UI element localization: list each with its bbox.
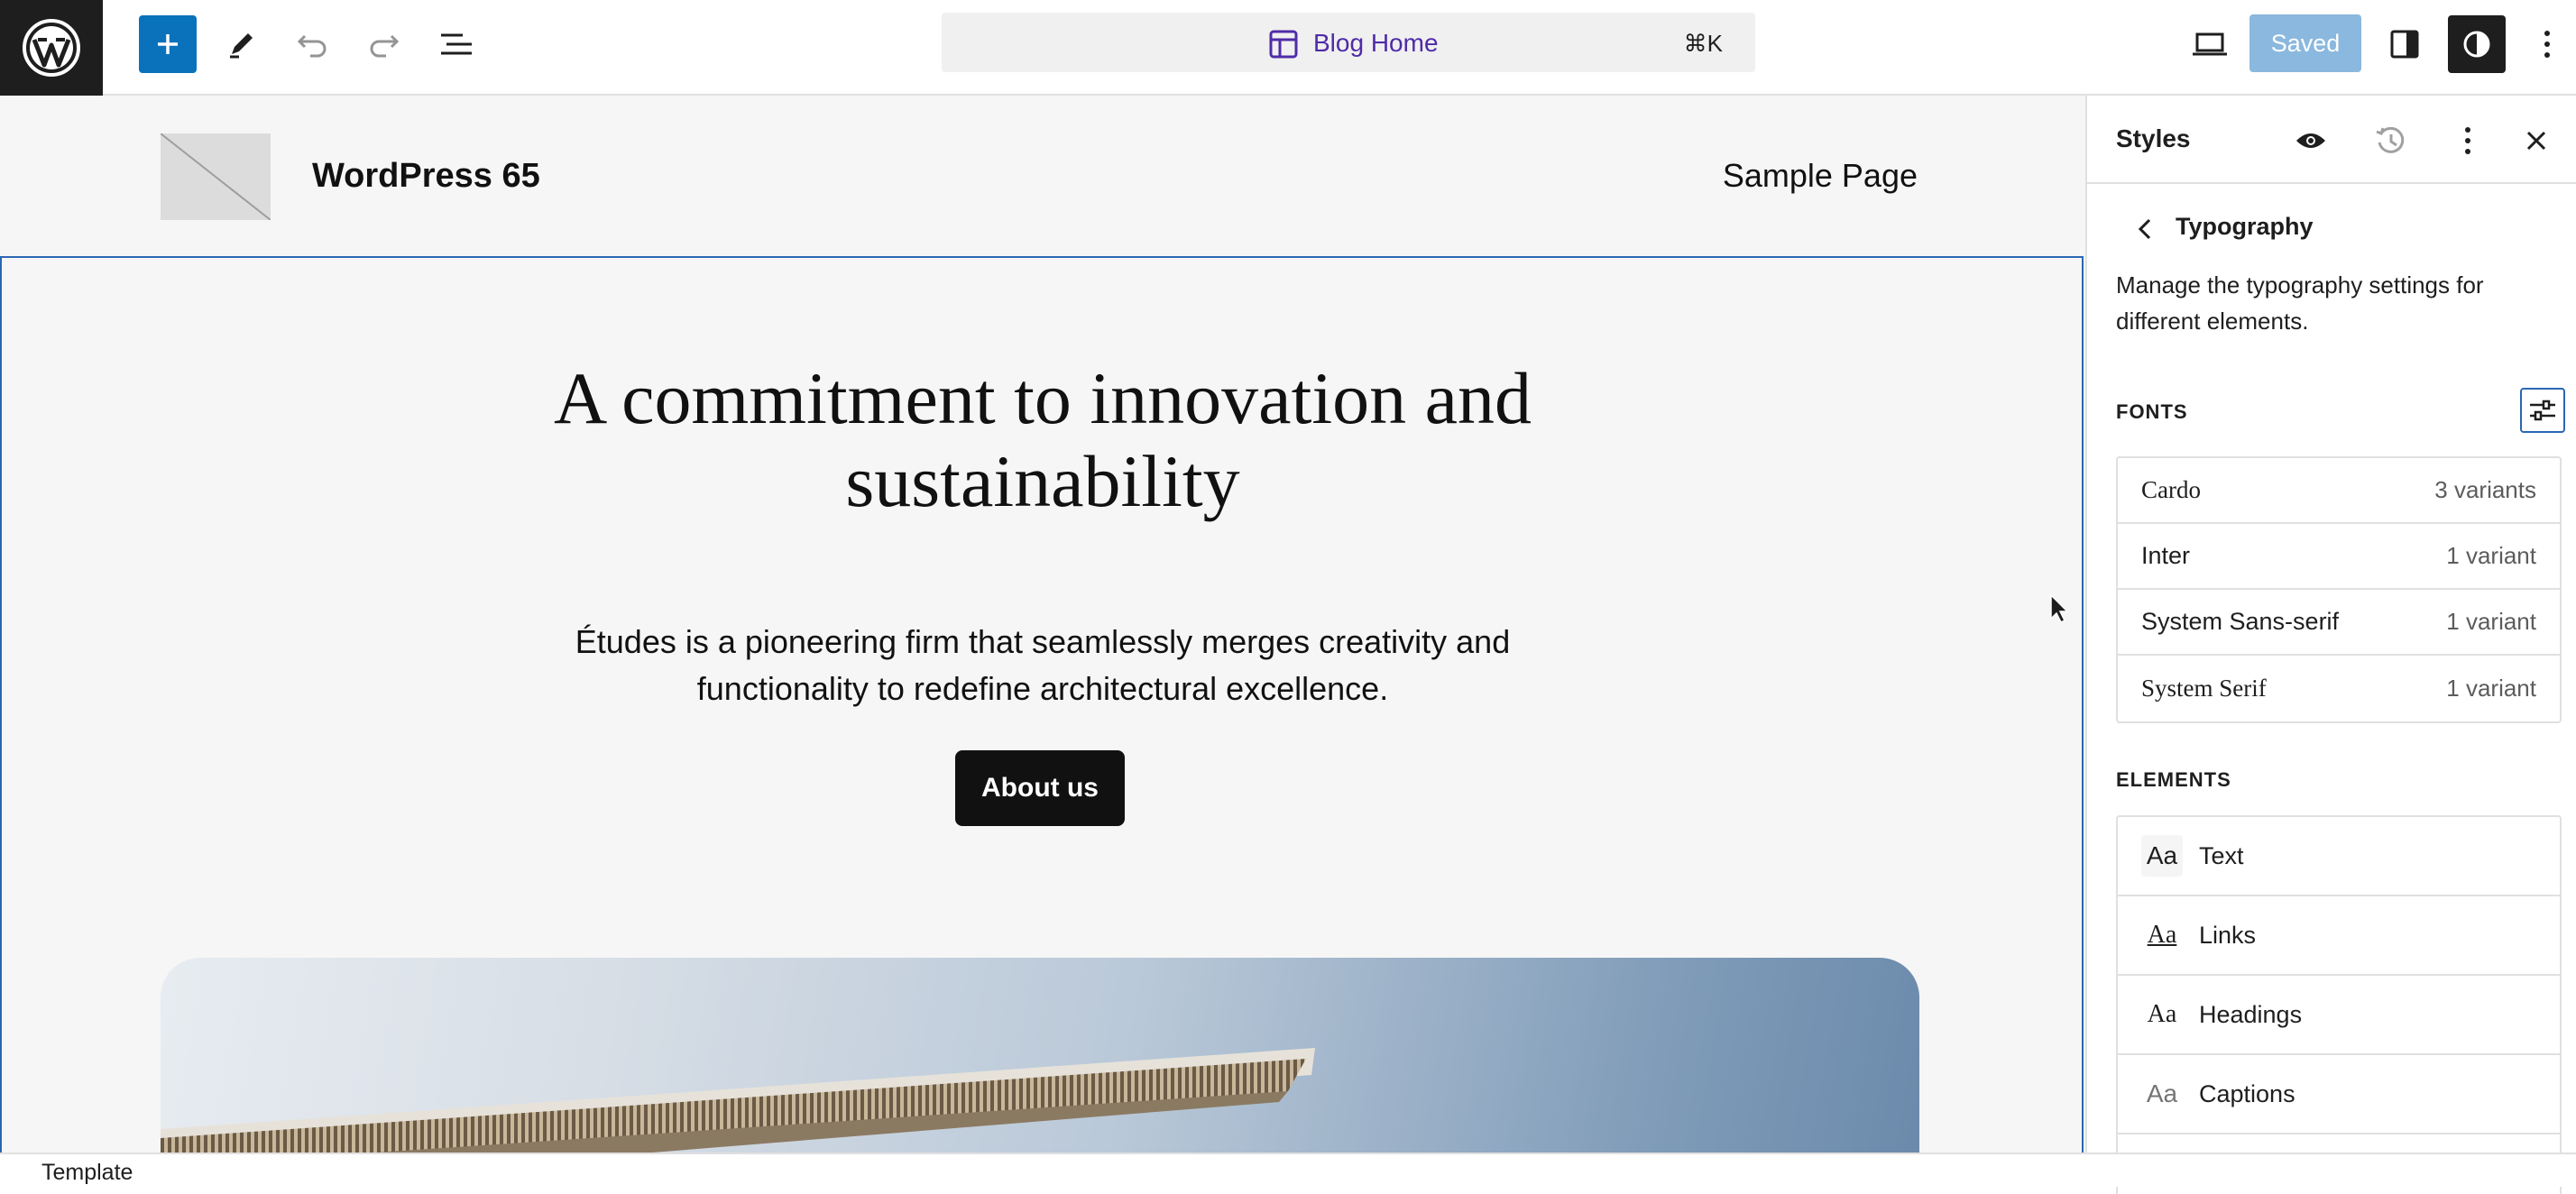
hero-heading[interactable]: A commitment to innovation and sustainab…: [451, 357, 1634, 523]
styles-toggle-button[interactable]: [2448, 15, 2506, 73]
editor-canvas[interactable]: WordPress 65 Sample Page A commitment to…: [0, 96, 2085, 1153]
options-menu-button[interactable]: [2518, 15, 2576, 73]
elements-list: Aa Text Aa Links Aa Headings Aa Captions: [2116, 815, 2562, 1194]
document-overview-button[interactable]: [428, 15, 485, 73]
element-label: Text: [2199, 841, 2244, 869]
laptop-icon: [2193, 32, 2227, 56]
element-item-links[interactable]: Aa Links: [2118, 896, 2560, 976]
add-block-button[interactable]: [139, 15, 197, 73]
redo-icon: [370, 34, 400, 58]
breadcrumb-template[interactable]: Template: [41, 1160, 133, 1186]
undo-icon: [297, 34, 327, 58]
revisions-button[interactable]: [2369, 119, 2412, 162]
view-button[interactable]: [2181, 15, 2239, 73]
template-icon: [1269, 30, 1298, 59]
list-view-icon: [441, 33, 472, 55]
font-name: Inter: [2141, 542, 2191, 569]
font-item-system-sans-serif[interactable]: System Sans-serif 1 variant: [2118, 590, 2560, 656]
style-book-button[interactable]: [2289, 119, 2332, 162]
building-roof-illustration: [161, 1048, 1315, 1153]
editor-top-toolbar: Blog Home ⌘K Saved: [0, 0, 2576, 96]
more-vertical-icon: [2465, 127, 2470, 154]
undo-button[interactable]: [283, 15, 341, 73]
sliders-icon: [2530, 400, 2555, 421]
pencil-icon: [230, 33, 253, 59]
wordpress-icon: [23, 19, 80, 77]
captions-preview-icon: Aa: [2146, 1079, 2178, 1107]
font-variants: 1 variant: [2446, 675, 2536, 702]
tools-button[interactable]: [213, 15, 271, 73]
headings-preview-icon: Aa: [2147, 1000, 2177, 1028]
element-label: Captions: [2199, 1079, 2295, 1107]
section-title: Typography: [2176, 213, 2314, 240]
close-panel-button[interactable]: [2515, 119, 2558, 162]
fonts-list: Cardo 3 variants Inter 1 variant System …: [2116, 456, 2562, 723]
text-preview-icon: Aa: [2141, 835, 2183, 877]
styles-sidebar: Styles Typography Manage the typography …: [2085, 96, 2576, 1194]
chevron-left-icon: [2138, 218, 2151, 240]
site-title[interactable]: WordPress 65: [312, 157, 540, 196]
placeholder-diagonal: [161, 133, 271, 220]
font-variants: 1 variant: [2446, 542, 2536, 569]
more-vertical-icon: [2544, 31, 2550, 58]
editor-footer: Template: [0, 1153, 2576, 1187]
sidebar-icon: [2390, 30, 2419, 59]
links-preview-icon: Aa: [2147, 921, 2177, 949]
site-logo-placeholder[interactable]: [161, 133, 271, 220]
hero-paragraph[interactable]: Études is a pioneering firm that seamles…: [505, 619, 1580, 712]
wordpress-logo-button[interactable]: [0, 0, 103, 96]
hero-image[interactable]: [161, 958, 1919, 1153]
element-item-headings[interactable]: Aa Headings: [2118, 976, 2560, 1055]
font-item-inter[interactable]: Inter 1 variant: [2118, 524, 2560, 590]
mouse-cursor-icon: [2050, 593, 2069, 624]
font-item-system-serif[interactable]: System Serif 1 variant: [2118, 656, 2560, 721]
command-palette-bar[interactable]: Blog Home ⌘K: [942, 13, 1755, 72]
elements-heading: ELEMENTS: [2116, 768, 2231, 791]
document-title: Blog Home: [1313, 29, 1439, 57]
command-shortcut: ⌘K: [1683, 30, 1723, 57]
fonts-heading: FONTS: [2116, 400, 2188, 423]
saved-button[interactable]: Saved: [2249, 14, 2361, 72]
element-item-text[interactable]: Aa Text: [2118, 817, 2560, 896]
font-variants: 1 variant: [2446, 608, 2536, 635]
site-header[interactable]: WordPress 65 Sample Page: [0, 96, 2085, 256]
close-icon: [2526, 131, 2546, 151]
font-name: System Serif: [2141, 675, 2267, 702]
panel-title: Styles: [2116, 124, 2191, 152]
styles-panel-header: Styles: [2087, 96, 2576, 184]
panel-more-button[interactable]: [2446, 119, 2489, 162]
redo-button[interactable]: [355, 15, 413, 73]
about-us-button[interactable]: About us: [955, 750, 1125, 826]
element-label: Headings: [2199, 1000, 2303, 1028]
font-name: System Sans-serif: [2141, 608, 2340, 635]
font-name: Cardo: [2141, 476, 2201, 503]
element-label: Links: [2199, 921, 2257, 949]
section-description: Manage the typography settings for diffe…: [2116, 271, 2484, 335]
nav-link-sample-page[interactable]: Sample Page: [1723, 157, 1918, 195]
manage-fonts-button[interactable]: [2520, 388, 2565, 433]
font-item-cardo[interactable]: Cardo 3 variants: [2118, 458, 2560, 524]
back-button[interactable]: [2127, 211, 2163, 247]
eye-icon: [2296, 133, 2325, 148]
font-variants: 3 variants: [2434, 476, 2536, 503]
settings-sidebar-toggle[interactable]: [2376, 15, 2433, 73]
element-item-captions[interactable]: Aa Captions: [2118, 1055, 2560, 1134]
contrast-icon: [2463, 31, 2490, 58]
history-icon: [2376, 126, 2405, 153]
plus-icon: [158, 34, 178, 54]
